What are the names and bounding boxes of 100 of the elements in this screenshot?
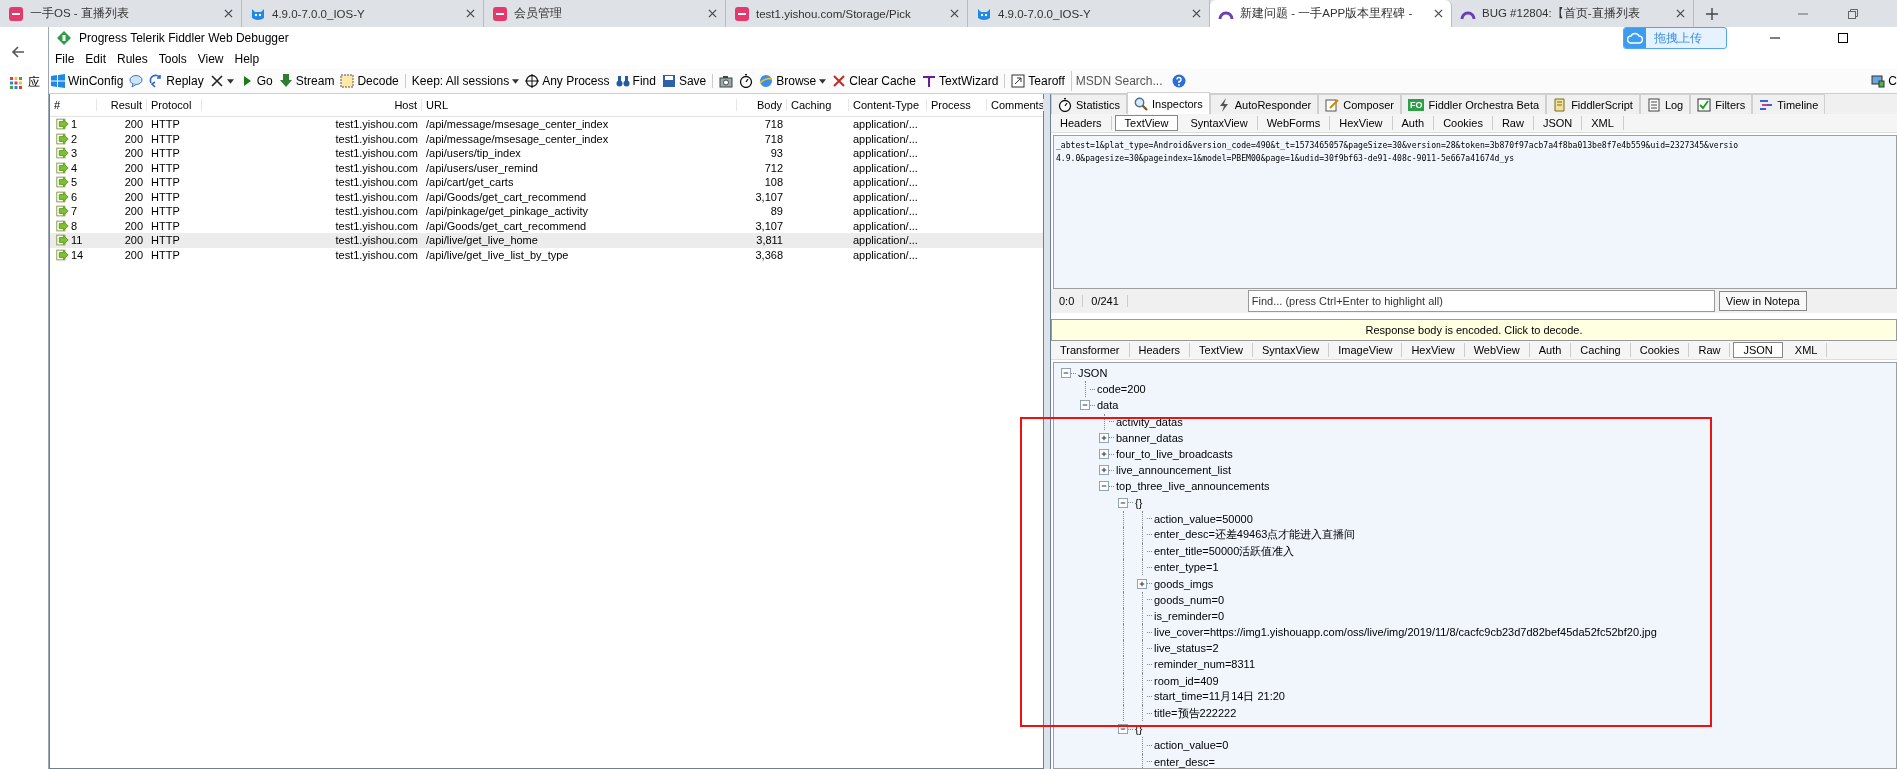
browser-tab[interactable]: 新建问题 - 一手APP版本里程碑 - bbox=[1210, 0, 1452, 27]
collapse-icon[interactable] bbox=[1118, 724, 1128, 735]
session-row[interactable]: 1 200 HTTP test1.yishou.com /api/message/msesage_center_index 718 application/... bbox=[50, 117, 1043, 132]
request-view-tab[interactable]: Cookies bbox=[1434, 116, 1493, 130]
help-icon[interactable] bbox=[1171, 74, 1186, 88]
response-view-tab[interactable]: Raw bbox=[1689, 343, 1731, 357]
response-view-tab[interactable]: HexView bbox=[1402, 343, 1465, 357]
request-view-tab[interactable]: HexView bbox=[1330, 116, 1393, 130]
toolbar-button[interactable]: WinConfig bbox=[51, 74, 124, 88]
browser-tab[interactable]: test1.yishou.com/Storage/Pick bbox=[726, 0, 968, 27]
toolbar-button[interactable]: Any Process bbox=[525, 74, 610, 88]
response-view-tab[interactable]: SyntaxView bbox=[1252, 343, 1330, 357]
collapse-icon[interactable] bbox=[1099, 481, 1109, 492]
tree-node[interactable]: live_status=2 bbox=[1154, 642, 1219, 655]
tree-node[interactable]: action_value=50000 bbox=[1154, 512, 1253, 525]
tree-node[interactable]: live_cover=https://img1.yishouapp.com/oss/live/img/2019/11/8/cacfc9cb23d7d82bef45da52fc52bf20.jpg bbox=[1154, 626, 1657, 639]
collapse-icon[interactable] bbox=[1080, 400, 1090, 411]
tree-node[interactable]: start_time=11月14日 21:20 bbox=[1154, 689, 1285, 705]
tree-node[interactable]: four_to_live_broadcasts bbox=[1116, 448, 1233, 461]
toolbar-button[interactable]: Replay bbox=[149, 74, 204, 88]
collapse-icon[interactable] bbox=[1118, 497, 1128, 508]
expand-icon[interactable] bbox=[1099, 465, 1109, 476]
tree-node[interactable]: banner_datas bbox=[1116, 431, 1184, 444]
column-header[interactable]: Result bbox=[97, 99, 147, 111]
maximize-icon[interactable] bbox=[1837, 32, 1849, 44]
menu-item[interactable]: Tools bbox=[158, 52, 187, 66]
tree-node[interactable]: reminder_num=8311 bbox=[1154, 658, 1255, 671]
response-view-tab[interactable]: Headers bbox=[1129, 343, 1191, 357]
request-view-tab[interactable]: Headers bbox=[1051, 116, 1112, 130]
decode-banner[interactable]: Response body is encoded. Click to decode. bbox=[1051, 319, 1897, 341]
response-view-tab[interactable]: Transformer bbox=[1051, 343, 1130, 357]
toolbar-button[interactable]: Go bbox=[239, 74, 273, 88]
tree-node[interactable]: enter_type=1 bbox=[1154, 561, 1219, 574]
menu-item[interactable]: File bbox=[55, 52, 75, 66]
column-header[interactable]: Content-Type bbox=[849, 99, 927, 111]
session-row[interactable]: 3 200 HTTP test1.yishou.com /api/users/tip_index 93 application/... bbox=[50, 146, 1043, 161]
tree-node[interactable]: live_announcement_list bbox=[1116, 464, 1231, 477]
response-view-tab[interactable]: Caching bbox=[1571, 343, 1631, 357]
column-header[interactable]: Host bbox=[202, 99, 422, 111]
session-row[interactable]: 7 200 HTTP test1.yishou.com /api/pinkage/get_pinkage_activity 89 application/... bbox=[50, 204, 1043, 219]
session-row[interactable]: 5 200 HTTP test1.yishou.com /api/cart/get_carts 108 application/... bbox=[50, 175, 1043, 190]
request-view-tab[interactable]: XML bbox=[1582, 116, 1624, 130]
tree-node[interactable]: enter_desc=还差49463点才能进入直播间 bbox=[1154, 527, 1356, 543]
tree-node[interactable]: code=200 bbox=[1097, 383, 1146, 396]
toolbar-button[interactable]: Save bbox=[661, 74, 707, 88]
close-icon[interactable] bbox=[224, 9, 233, 18]
request-view-tab[interactable]: WebForms bbox=[1257, 116, 1331, 130]
tree-node[interactable]: action_value=0 bbox=[1154, 739, 1229, 752]
speech-bubble-icon[interactable] bbox=[129, 74, 144, 88]
bookmark-label[interactable]: 应 bbox=[28, 74, 40, 91]
toolbar-button[interactable]: Stream bbox=[278, 74, 335, 88]
collapse-icon[interactable] bbox=[1061, 368, 1071, 379]
response-view-tab[interactable]: Cookies bbox=[1630, 343, 1690, 357]
browser-tab[interactable]: 4.9.0-7.0.0_IOS-Y bbox=[242, 0, 484, 27]
menu-item[interactable]: Edit bbox=[85, 52, 107, 66]
expand-icon[interactable] bbox=[1137, 578, 1147, 589]
toolbar-button[interactable]: Keep: All sessions bbox=[404, 74, 520, 88]
tree-node[interactable]: room_id=409 bbox=[1154, 674, 1219, 687]
close-icon[interactable] bbox=[950, 9, 959, 18]
new-tab-icon[interactable] bbox=[1706, 7, 1718, 20]
tree-node[interactable]: is_reminder=0 bbox=[1154, 609, 1224, 622]
response-view-tab[interactable]: XML bbox=[1785, 343, 1828, 357]
session-row[interactable]: 11 200 HTTP test1.yishou.com /api/live/get_live_home 3,811 application/... bbox=[50, 233, 1043, 248]
response-view-tab[interactable]: WebView bbox=[1464, 343, 1530, 357]
tree-node[interactable]: enter_title=50000活跃值准入 bbox=[1154, 543, 1295, 559]
close-icon[interactable] bbox=[1676, 9, 1685, 18]
column-header[interactable]: Process bbox=[927, 99, 987, 111]
toolbar-button[interactable]: Clear Cache bbox=[832, 74, 916, 88]
find-field[interactable]: Find... (press Ctrl+Enter to highlight all) bbox=[1247, 290, 1715, 312]
column-header[interactable]: # bbox=[50, 99, 97, 111]
close-icon[interactable] bbox=[1434, 9, 1443, 18]
response-view-tab[interactable]: TextView bbox=[1190, 343, 1253, 357]
expand-icon[interactable] bbox=[1099, 432, 1109, 443]
toolbar-button[interactable]: Browse bbox=[759, 74, 827, 88]
session-row[interactable]: 2 200 HTTP test1.yishou.com /api/message/msesage_center_index 718 application/... bbox=[50, 131, 1043, 146]
response-view-tab[interactable]: JSON bbox=[1733, 342, 1783, 358]
request-text-area[interactable]: _abtest=1&plat_type=Android&version_code=490&t_t=1573465057&pageSize=30&version=28&token=3b870f97acb7a4f8ba013be8f7e4b559&uid=2327345&versio 4.9.0&pagesize=30&pageindex=1&model=PBEM00&page=1&udid=30f9bf63-de91-408c-9011-5e667a41674d_ys bbox=[1053, 135, 1897, 289]
toolbar-button[interactable]: TextWizard bbox=[921, 74, 999, 88]
toolbar-button[interactable]: Find bbox=[615, 74, 656, 88]
column-header[interactable]: Body bbox=[737, 99, 787, 111]
response-view-tab[interactable]: ImageView bbox=[1329, 343, 1403, 357]
request-view-tab[interactable]: TextView bbox=[1114, 115, 1179, 131]
restore-icon[interactable] bbox=[1847, 7, 1859, 20]
tree-node[interactable]: enter_desc= bbox=[1154, 755, 1215, 768]
toolbar-button[interactable]: Decode bbox=[340, 74, 399, 88]
view-in-notepad-button[interactable]: View in Notepa bbox=[1718, 291, 1807, 311]
request-view-tab[interactable]: Raw bbox=[1492, 116, 1534, 130]
menu-item[interactable]: Rules bbox=[117, 52, 148, 66]
expand-icon[interactable] bbox=[1099, 449, 1109, 460]
request-view-tab[interactable]: Auth bbox=[1392, 116, 1435, 130]
toolbar-button[interactable]: Tearoff bbox=[1004, 74, 1065, 88]
tree-node[interactable]: top_three_live_announcements bbox=[1116, 480, 1270, 493]
tree-node[interactable]: {} bbox=[1135, 496, 1143, 509]
session-row[interactable]: 8 200 HTTP test1.yishou.com /api/Goods/get_cart_recommend 3,107 application/... bbox=[50, 218, 1043, 233]
close-icon[interactable] bbox=[1192, 9, 1201, 18]
apps-grid-icon[interactable] bbox=[10, 76, 22, 89]
session-row[interactable]: 6 200 HTTP test1.yishou.com /api/Goods/get_cart_recommend 3,107 application/... bbox=[50, 189, 1043, 204]
tree-node[interactable]: title=预告222222 bbox=[1154, 705, 1237, 721]
menu-item[interactable]: Help bbox=[234, 52, 260, 66]
menu-item[interactable]: View bbox=[197, 52, 224, 66]
